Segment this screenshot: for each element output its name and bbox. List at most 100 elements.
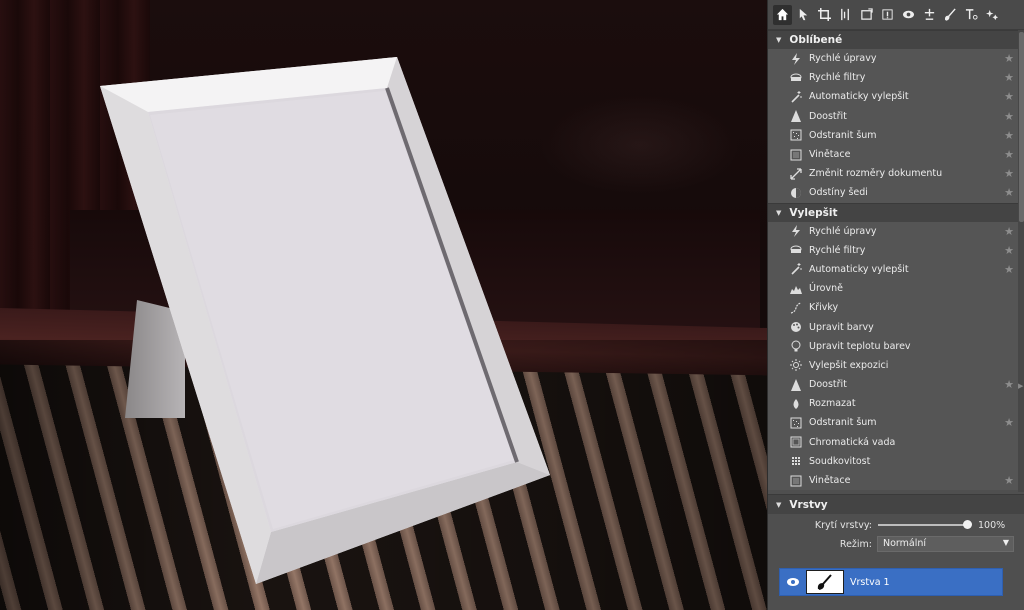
filter-icon	[790, 72, 802, 84]
blend-mode-select[interactable]: Normální ▼	[877, 536, 1014, 552]
tool-item-label: Rychlé úpravy	[809, 53, 877, 65]
barrel-icon	[790, 455, 802, 467]
opacity-slider-knob[interactable]	[963, 520, 972, 529]
layers-title: Vrstvy	[789, 498, 828, 511]
home-icon[interactable]	[773, 4, 792, 25]
photo-canvas[interactable]	[0, 0, 767, 610]
crop-icon[interactable]	[815, 5, 834, 25]
tool-item-label: Automaticky vylepšit	[809, 263, 909, 275]
tool-item-label: Vinětace	[809, 149, 851, 161]
curves-icon	[790, 302, 802, 314]
tool-item[interactable]: Úrovně	[768, 279, 1018, 299]
tool-item-label: Soudkovitost	[809, 455, 871, 467]
tool-item-label: Vylepšit expozici	[809, 359, 889, 371]
favorite-star-icon[interactable]: ★	[1004, 244, 1014, 257]
tool-item[interactable]: Doostřit ★	[768, 375, 1018, 395]
tools-list[interactable]: ▼ Oblíbené Rychlé úpravy ★ Rychlé filtry…	[768, 30, 1018, 492]
favorite-star-icon[interactable]: ★	[1004, 110, 1014, 123]
panel-scrollbar[interactable]	[1018, 30, 1024, 492]
tool-item-label: Rozmazat	[809, 398, 856, 410]
tool-item[interactable]: Vylepšit expozici	[768, 355, 1018, 375]
favorite-star-icon[interactable]: ★	[1004, 263, 1014, 276]
section-title: Vylepšit	[789, 206, 838, 219]
tool-item-label: Úrovně	[809, 283, 843, 295]
effects-icon[interactable]	[983, 5, 1002, 25]
favorite-star-icon[interactable]: ★	[1004, 225, 1014, 238]
tool-item[interactable]: Upravit teplotu barev	[768, 336, 1018, 356]
brush-icon[interactable]	[941, 5, 960, 25]
tool-item[interactable]: Odstíny šedi ★	[768, 183, 1018, 203]
favorite-star-icon[interactable]: ★	[1004, 90, 1014, 103]
tool-item-label: Odstranit šum	[809, 129, 877, 141]
tool-item[interactable]: Změnit rozměry dokumentu ★	[768, 164, 1018, 184]
tool-item[interactable]: Rychlé úpravy ★	[768, 221, 1018, 241]
tool-item[interactable]: Doostřit ★	[768, 106, 1018, 126]
tool-item[interactable]: Soudkovitost	[768, 451, 1018, 471]
resize-icon	[790, 168, 802, 180]
bulb-icon	[790, 340, 802, 352]
tool-item[interactable]: Rychlé filtry ★	[768, 68, 1018, 88]
tool-item[interactable]: Chromatická vada	[768, 432, 1018, 452]
favorite-star-icon[interactable]: ★	[1004, 378, 1014, 391]
tool-item-label: Odstíny šedi	[809, 187, 868, 199]
layer-name: Vrstva 1	[850, 576, 890, 588]
retouch-icon[interactable]	[920, 5, 939, 25]
favorite-star-icon[interactable]: ★	[1004, 71, 1014, 84]
tool-item[interactable]: Automaticky vylepšit ★	[768, 259, 1018, 280]
vignette-icon	[790, 149, 802, 161]
tool-item[interactable]: Rychlé filtry ★	[768, 240, 1018, 260]
drop-icon	[790, 398, 802, 410]
layer-item[interactable]: Vrstva 1	[779, 568, 1003, 596]
tool-item[interactable]: Vinětace ★	[768, 144, 1018, 165]
magic-wand-icon	[790, 90, 802, 103]
lightning-icon	[790, 52, 802, 65]
transform-icon[interactable]	[857, 5, 876, 25]
tools-panel: ▼ Oblíbené Rychlé úpravy ★ Rychlé filtry…	[767, 0, 1024, 610]
section-header-0[interactable]: ▼ Oblíbené	[768, 30, 1018, 49]
collapse-triangle-icon: ▼	[776, 500, 782, 509]
layers-section-header[interactable]: ▼ Vrstvy	[768, 494, 1024, 514]
text-icon[interactable]	[962, 5, 981, 25]
panel-collapse-arrow-icon[interactable]: ▶	[1018, 382, 1024, 392]
favorite-star-icon[interactable]: ★	[1004, 167, 1014, 180]
tool-item[interactable]: Rychlé úpravy ★	[768, 49, 1018, 69]
layer-thumbnail	[806, 570, 844, 594]
section-title: Oblíbené	[789, 34, 843, 46]
eye-icon[interactable]	[780, 577, 806, 587]
vignette-icon	[790, 475, 802, 487]
collapse-triangle-icon: ▼	[776, 36, 782, 44]
tool-item-label: Rychlé úpravy	[809, 225, 877, 237]
favorite-star-icon[interactable]: ★	[1004, 416, 1014, 429]
pointer-icon[interactable]	[794, 5, 813, 25]
tool-item[interactable]: Automaticky vylepšit ★	[768, 87, 1018, 107]
favorite-star-icon[interactable]: ★	[1004, 129, 1014, 142]
tool-item-label: Změnit rozměry dokumentu	[809, 168, 943, 180]
noise-icon	[790, 129, 802, 141]
favorite-star-icon[interactable]: ★	[1004, 52, 1014, 65]
section-header-1[interactable]: ▼ Vylepšit	[768, 202, 1018, 222]
tool-item[interactable]: Vinětace ★	[768, 470, 1018, 491]
favorite-star-icon[interactable]: ★	[1004, 474, 1014, 487]
scrollbar-thumb[interactable]	[1019, 32, 1024, 222]
straighten-icon[interactable]	[836, 5, 855, 25]
tool-item[interactable]: Upravit barvy	[768, 317, 1018, 337]
opacity-value: 100%	[978, 519, 1006, 531]
blend-mode-row: Režim: Normální ▼	[768, 535, 1024, 553]
noise-icon	[790, 417, 802, 429]
tool-item[interactable]: Křivky	[768, 298, 1018, 318]
tool-item-label: Upravit barvy	[809, 321, 874, 333]
exposure-icon[interactable]	[878, 5, 897, 25]
opacity-slider[interactable]	[878, 519, 972, 531]
tool-item-label: Doostřit	[809, 379, 847, 391]
blend-mode-label: Režim:	[839, 538, 872, 550]
tool-item-label: Doostřit	[809, 110, 847, 122]
view-icon[interactable]	[899, 5, 918, 25]
tool-item[interactable]: Odstranit šum ★	[768, 125, 1018, 145]
magic-wand-icon	[790, 263, 802, 276]
tool-item[interactable]: Rozmazat	[768, 394, 1018, 414]
tool-item-label: Upravit teplotu barev	[809, 340, 911, 352]
favorite-star-icon[interactable]: ★	[1004, 148, 1014, 161]
favorite-star-icon[interactable]: ★	[1004, 186, 1014, 199]
chromatic-icon	[790, 436, 802, 448]
tool-item[interactable]: Odstranit šum ★	[768, 413, 1018, 433]
